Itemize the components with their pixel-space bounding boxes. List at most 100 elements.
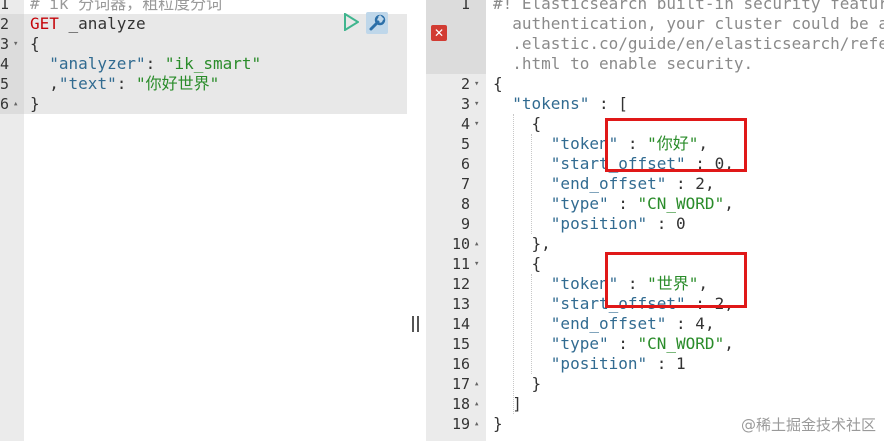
code-token: "ik_smart" — [164, 54, 262, 73]
token-highlight-box-1 — [605, 118, 747, 172]
code-token: { — [30, 34, 40, 53]
code-line: 6 ▴} — [0, 94, 407, 114]
fold-close-icon[interactable]: ▴ — [474, 394, 479, 414]
line-number: 16 — [451, 355, 470, 373]
code-token: # ik 分词器，粗粒度分词 — [30, 0, 223, 13]
code-line: 16 "position" : 1 — [426, 354, 884, 374]
line-code: # ik 分词器，粗粒度分词 — [30, 0, 222, 14]
watermark: @稀土掘金技术社区 — [740, 416, 876, 434]
code-line: .html to enable security. — [426, 54, 884, 74]
response-viewer: 1 #! Elasticsearch built-in security feat… — [426, 0, 884, 441]
code-token: "CN_WORD" — [637, 194, 725, 213]
resize-handle[interactable] — [411, 316, 421, 334]
code-token: , — [704, 174, 715, 193]
line-number: 4 — [0, 55, 10, 73]
line-number: 5 — [0, 75, 10, 93]
indent-guide-inner — [531, 134, 532, 234]
pane-divider — [407, 0, 426, 441]
line-number: 17 — [451, 375, 470, 393]
code-token: , — [724, 194, 734, 213]
code-token: } — [493, 414, 503, 433]
line-number: 2 — [460, 75, 470, 93]
code-token: "end_offset" — [493, 174, 667, 193]
fold-close-icon[interactable]: ▴ — [474, 234, 479, 254]
code-line: 8 "type" : "CN_WORD", — [426, 194, 884, 214]
line-code: ,"text": "你好世界" — [30, 74, 219, 94]
code-line: 5 ,"text": "你好世界" — [0, 74, 407, 94]
play-icon[interactable] — [343, 13, 359, 31]
line-number: 6 — [0, 95, 10, 113]
line-code: { — [493, 74, 503, 94]
code-token: , — [30, 74, 59, 93]
fold-open-icon[interactable]: ▾ — [474, 94, 479, 114]
fold-close-icon[interactable]: ▴ — [13, 94, 18, 114]
token-highlight-box-2 — [605, 252, 747, 308]
code-token: "position" — [493, 354, 648, 373]
code-line: 15 "type" : "CN_WORD", — [426, 334, 884, 354]
error-icon[interactable]: ✕ — [431, 25, 447, 41]
indent-guide-outer — [513, 114, 514, 414]
code-token: { — [493, 74, 503, 93]
fold-close-icon[interactable]: ▴ — [474, 374, 479, 394]
code-token: "text" — [58, 74, 117, 93]
line-code: } — [30, 94, 40, 114]
code-token: .elastic.co/guide/en/elasticsearch/refer… — [512, 34, 884, 53]
indent-guide-inner — [531, 274, 532, 374]
code-token: : — [647, 214, 677, 233]
code-line: 1 #! Elasticsearch built-in security feat… — [426, 0, 884, 14]
code-token: ] — [493, 394, 522, 413]
code-line: 2 ▾ { — [426, 74, 884, 94]
wrench-icon[interactable] — [366, 12, 388, 34]
code-line: 3 ▾ "tokens" : [ — [426, 94, 884, 114]
line-code: ] — [493, 394, 522, 414]
line-number: 12 — [451, 275, 470, 293]
line-number: 9 — [460, 215, 470, 233]
code-token: "type" — [493, 334, 609, 353]
line-code: "end_offset" : 4, — [493, 314, 715, 334]
code-line: 9 "position" : 0 — [426, 214, 884, 234]
code-token: 4 — [695, 314, 705, 333]
line-code: }, — [493, 234, 551, 254]
code-token: "analyzer" — [30, 54, 146, 73]
line-number: 1 — [0, 0, 10, 13]
code-line: 10 ▴ }, — [426, 234, 884, 254]
code-token: : [ — [589, 94, 628, 113]
line-code: "type" : "CN_WORD", — [493, 334, 734, 354]
line-code: } — [493, 414, 503, 434]
code-token: , — [724, 334, 734, 353]
line-code: .html to enable security. — [493, 54, 753, 74]
line-code: "end_offset" : 2, — [493, 174, 715, 194]
fold-open-icon[interactable]: ▾ — [474, 74, 479, 94]
code-token: { — [493, 254, 542, 273]
fold-open-icon[interactable]: ▾ — [474, 254, 479, 274]
line-number: 4 — [460, 115, 470, 133]
request-editor[interactable]: 1 # ik 分词器，粗粒度分词 2 GET _analyze 3 ▾ {4 "analyz… — [0, 0, 407, 441]
code-line: 7 "end_offset" : 2, — [426, 174, 884, 194]
line-number: 19 — [451, 415, 470, 433]
code-token: { — [493, 114, 542, 133]
code-line: authentication, your cluster could be ac… — [426, 14, 884, 34]
fold-open-icon[interactable]: ▾ — [13, 34, 18, 54]
line-number: 7 — [460, 175, 470, 193]
code-token: : — [608, 334, 638, 353]
code-token: 1 — [676, 354, 686, 373]
code-token: "CN_WORD" — [637, 334, 725, 353]
code-token: 0 — [676, 214, 686, 233]
code-token: : — [608, 194, 638, 213]
code-line: .elastic.co/guide/en/elasticsearch/refer… — [426, 34, 884, 54]
code-token: GET — [30, 14, 59, 33]
line-code: "tokens" : [ — [493, 94, 628, 114]
code-token: : — [647, 354, 677, 373]
line-code: { — [493, 254, 542, 274]
fold-open-icon[interactable]: ▾ — [474, 114, 479, 134]
line-number: 1 — [460, 0, 470, 13]
line-number: 6 — [460, 155, 470, 173]
line-number: 8 — [460, 195, 470, 213]
code-line: 14 "end_offset" : 4, — [426, 314, 884, 334]
code-token: : — [666, 314, 696, 333]
code-token: "tokens" — [493, 94, 590, 113]
line-code: "position" : 0 — [493, 214, 686, 234]
line-code: .elastic.co/guide/en/elasticsearch/refer… — [493, 34, 884, 54]
fold-close-icon[interactable]: ▴ — [474, 414, 479, 434]
line-code: #! Elasticsearch built-in security featu… — [493, 0, 884, 14]
